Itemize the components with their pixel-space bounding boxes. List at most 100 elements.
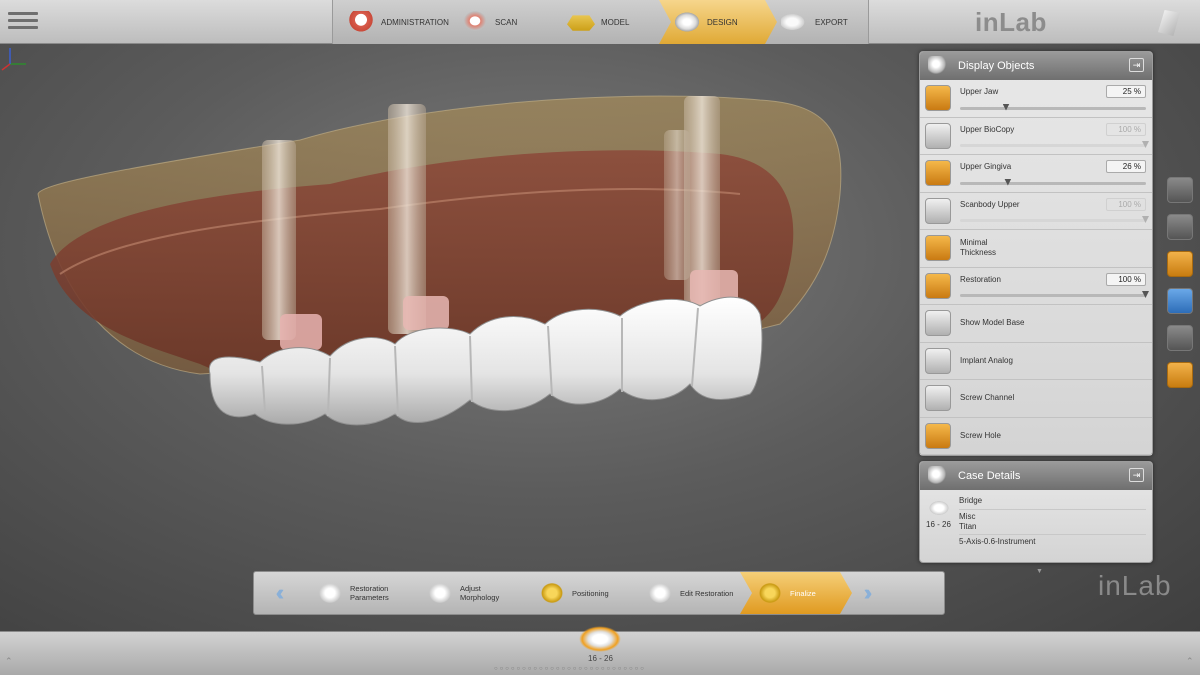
screw-channel-icon xyxy=(925,385,951,412)
design-step-edit-restoration[interactable]: Edit Restoration xyxy=(630,572,750,614)
display-object-label: Upper Gingiva xyxy=(960,162,1012,172)
opacity-value-field[interactable]: 26 % xyxy=(1106,160,1146,173)
scan-icon xyxy=(461,11,489,33)
top-bar: ADMINISTRATION SCAN MODEL DESIGN EXPORT … xyxy=(0,0,1200,44)
slider-thumb[interactable] xyxy=(1142,141,1149,148)
previous-step-icon[interactable]: ‹‹ xyxy=(254,572,300,614)
opacity-slider[interactable] xyxy=(960,216,1149,223)
design-step-finalize[interactable]: Finalize xyxy=(740,572,852,614)
opacity-slider[interactable] xyxy=(960,178,1146,186)
panel-collapse-icon[interactable]: ⇥ xyxy=(1129,468,1144,482)
case-teeth-range: 16 - 26 xyxy=(926,520,951,529)
model-icon xyxy=(567,11,595,33)
display-object-row[interactable]: Minimal Thickness xyxy=(920,230,1152,268)
display-object-row[interactable]: Implant Analog xyxy=(920,343,1152,380)
divider xyxy=(959,534,1146,535)
design-step-positioning[interactable]: Positioning xyxy=(522,572,640,614)
display-object-row[interactable]: Scanbody Upper 100 % xyxy=(920,193,1152,230)
display-object-label: Show Model Base xyxy=(960,318,1025,328)
brand-logo-top: inLab xyxy=(975,7,1047,37)
upper-gingiva-icon xyxy=(925,160,951,187)
bridge-icon xyxy=(928,500,950,516)
analysis-icon[interactable] xyxy=(1167,325,1193,351)
workflow-step-design[interactable]: DESIGN xyxy=(659,0,777,44)
display-objects-icon xyxy=(928,56,948,76)
tool-strip xyxy=(1167,177,1195,399)
slider-thumb[interactable] xyxy=(1142,291,1149,298)
workflow-bar: ADMINISTRATION SCAN MODEL DESIGN EXPORT xyxy=(332,0,869,44)
administration-icon xyxy=(347,11,375,33)
design-step-bar: ‹‹ Restoration Parameters Adjust Morpholo… xyxy=(253,571,945,615)
positioning-icon xyxy=(538,580,566,606)
display-object-label: Upper BioCopy xyxy=(960,124,1015,134)
case-details-panel: Case Details ⇥ Bridge Misc Titan 5-Axis-… xyxy=(919,461,1153,575)
scanbody-icon xyxy=(925,197,951,224)
display-object-label: Screw Hole xyxy=(960,430,1001,440)
display-object-row[interactable]: Restoration 100 % xyxy=(920,268,1152,305)
display-objects-header: Display Objects ⇥ xyxy=(920,52,1152,80)
case-instrument: 5-Axis-0.6-Instrument xyxy=(959,537,1036,546)
adjust-morphology-icon xyxy=(426,580,454,606)
image-catalog-icon[interactable] xyxy=(1167,288,1193,314)
restoration-parameters-icon xyxy=(316,580,344,606)
screw-hole-icon xyxy=(925,422,951,449)
display-object-row[interactable]: Screw Hole xyxy=(920,418,1152,455)
design-step-label: Edit Restoration xyxy=(680,588,734,598)
divider xyxy=(959,509,1146,510)
design-step-restoration-parameters[interactable]: Restoration Parameters xyxy=(300,572,420,614)
display-object-label: Scanbody Upper xyxy=(960,199,1020,209)
slider-thumb[interactable] xyxy=(1002,103,1010,111)
chevron-up-icon[interactable]: ⌃ xyxy=(1186,656,1194,667)
display-object-row[interactable]: Upper Jaw 25 % xyxy=(920,80,1152,118)
panel-title: Case Details xyxy=(958,470,1021,482)
display-object-label: Upper Jaw xyxy=(960,87,999,97)
workflow-step-scan[interactable]: SCAN xyxy=(447,0,563,44)
design-step-adjust-morphology[interactable]: Adjust Morphology xyxy=(410,572,532,614)
panel-collapse-icon[interactable]: ⇥ xyxy=(1129,58,1144,72)
opacity-value-field[interactable]: 100 % xyxy=(1106,122,1146,136)
display-object-label: Implant Analog xyxy=(960,355,1013,365)
opacity-slider[interactable] xyxy=(960,291,1149,298)
opacity-value-field[interactable]: 100 % xyxy=(1106,197,1146,211)
design-steps: Restoration Parameters Adjust Morphology P… xyxy=(300,572,842,614)
display-objects-panel: Display Objects ⇥ Upper Jaw 25 % Upper Bio… xyxy=(919,51,1153,456)
case-details-toggle-icon[interactable] xyxy=(1167,362,1193,388)
display-object-row[interactable]: Screw Channel xyxy=(920,380,1152,418)
opacity-slider[interactable] xyxy=(960,141,1149,148)
workflow-step-export[interactable]: EXPORT xyxy=(767,0,870,44)
display-object-row[interactable]: Upper Gingiva 26 % xyxy=(920,155,1152,193)
workflow-step-administration[interactable]: ADMINISTRATION xyxy=(333,0,457,44)
workflow-step-label: DESIGN xyxy=(707,17,738,27)
workflow-step-label: SCAN xyxy=(495,17,518,27)
export-icon xyxy=(781,11,809,33)
display-object-label: Screw Channel xyxy=(960,393,1015,403)
slider-thumb[interactable] xyxy=(1142,216,1149,223)
slider-thumb[interactable] xyxy=(1004,178,1012,186)
display-object-row[interactable]: Show Model Base xyxy=(920,305,1152,343)
case-details-header: Case Details ⇥ xyxy=(920,462,1152,490)
opacity-slider[interactable] xyxy=(960,103,1146,111)
chevron-up-icon[interactable]: ⌃ xyxy=(5,656,13,667)
design-step-label: Positioning xyxy=(572,588,609,598)
display-object-row[interactable]: Upper BioCopy 100 % xyxy=(920,118,1152,155)
view-cube-icon[interactable] xyxy=(1167,177,1193,203)
finalize-icon xyxy=(756,580,784,606)
hamburger-menu-icon[interactable] xyxy=(8,9,38,35)
workflow-step-model[interactable]: MODEL xyxy=(553,0,669,44)
edit-restoration-icon xyxy=(646,580,674,606)
opacity-value-field[interactable]: 25 % xyxy=(1106,85,1146,98)
tools-icon[interactable] xyxy=(1167,214,1193,240)
restoration-icon xyxy=(925,272,951,299)
design-step-label: Finalize xyxy=(790,588,816,598)
restoration-tray: ⌃ 16 - 26 ○○○○○○○○○○○○○○○○○○○○○○○○○○○ ⌃ xyxy=(0,626,1200,675)
opacity-value-field[interactable]: 100 % xyxy=(1106,272,1146,286)
upper-jaw-icon xyxy=(925,85,951,112)
display-objects-toggle-icon[interactable] xyxy=(1167,251,1193,277)
case-restoration-type: Bridge xyxy=(959,496,983,505)
restoration-thumbnail[interactable] xyxy=(579,626,621,652)
brand-mark-icon[interactable] xyxy=(1158,10,1180,36)
case-material: Titan xyxy=(959,522,977,531)
tray-label: 16 - 26 xyxy=(588,654,613,663)
case-misc: Misc xyxy=(959,512,976,521)
chevron-down-icon[interactable]: ▼ xyxy=(1036,568,1043,575)
